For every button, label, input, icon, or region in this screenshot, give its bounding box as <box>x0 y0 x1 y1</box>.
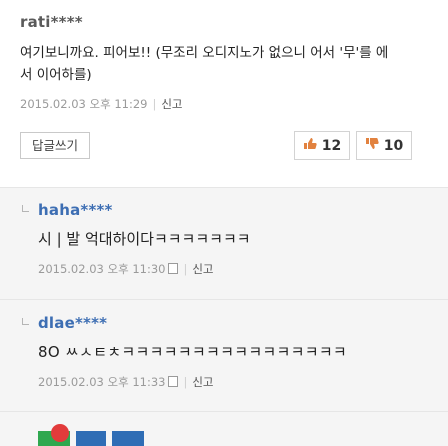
blue-icon[interactable] <box>76 431 106 446</box>
reply-arrow-icon <box>22 318 29 325</box>
dislike-button[interactable]: 10 <box>356 131 412 160</box>
write-reply-button[interactable]: 답글쓰기 <box>20 132 90 159</box>
check-badge-icon <box>51 424 69 442</box>
comment-author[interactable]: rati**** <box>20 13 83 31</box>
comment-text-line1: 여기보니까요. 피어보!! (무조리 오디지노가 없으니 어서 '무'를 에 <box>20 45 389 61</box>
comment-meta: 2015.02.03 오후 11:29 | 신고 <box>20 96 183 112</box>
divider <box>0 299 448 300</box>
reply-author[interactable]: dlae**** <box>38 314 107 332</box>
reply-icon[interactable] <box>168 376 179 387</box>
divider <box>0 411 448 412</box>
meta-divider: | <box>152 97 157 111</box>
thumbs-down-icon <box>365 137 379 154</box>
divider <box>0 187 448 188</box>
report-link[interactable]: 신고 <box>161 97 182 111</box>
reply-meta: 2015.02.03 오후 11:30 | 신고 <box>38 261 214 277</box>
like-button[interactable]: 12 <box>294 131 350 160</box>
reply-arrow-icon <box>22 205 29 212</box>
like-count: 12 <box>321 137 342 154</box>
reply-text: 시 | 발 억대하이다ㅋㅋㅋㅋㅋㅋㅋ <box>38 230 251 248</box>
comment-text-line2: 서 이어하를) <box>20 67 92 83</box>
comment-date: 2015.02.03 오후 11:29 <box>20 97 148 111</box>
meta-divider: | <box>183 262 188 276</box>
dislike-count: 10 <box>383 137 404 154</box>
reply-text: 8O ㅆㅅㅌㅊㅋㅋㅋㅋㅋㅋㅋㅋㅋㅋㅋㅋㅋㅋㅋㅋ <box>38 343 348 361</box>
report-link[interactable]: 신고 <box>192 375 213 389</box>
reply-author[interactable]: haha**** <box>38 201 113 219</box>
reply-date: 2015.02.03 오후 11:33 <box>38 375 166 389</box>
thumbs-up-icon <box>303 137 317 154</box>
reply-meta: 2015.02.03 오후 11:33 | 신고 <box>38 374 214 390</box>
report-link[interactable]: 신고 <box>192 262 213 276</box>
reply-icon[interactable] <box>168 263 179 274</box>
meta-divider: | <box>183 375 188 389</box>
blue-icon-2[interactable] <box>112 431 144 446</box>
reply-date: 2015.02.03 오후 11:30 <box>38 262 166 276</box>
